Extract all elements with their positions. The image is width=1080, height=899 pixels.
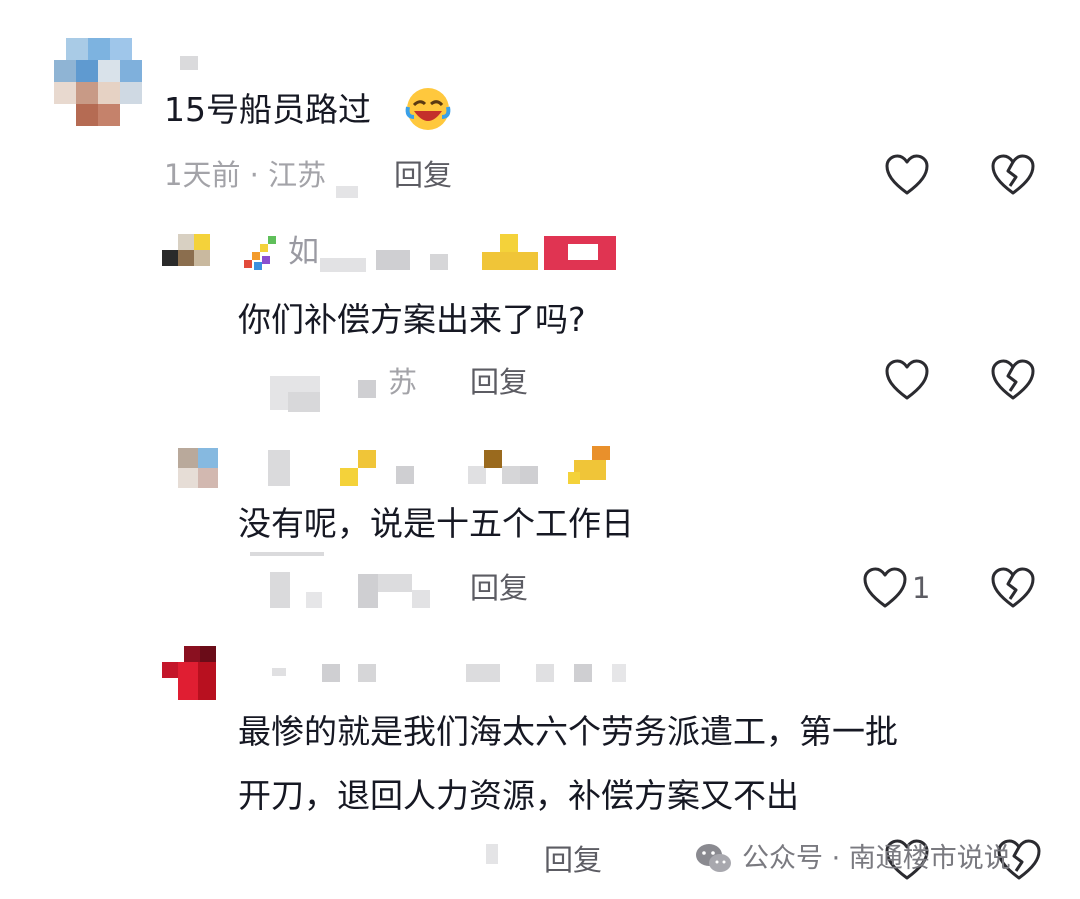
username-blurred xyxy=(340,468,358,486)
username-blurred[interactable] xyxy=(180,56,198,70)
meta-blur xyxy=(486,844,498,864)
reply-button[interactable]: 回复 xyxy=(470,364,528,400)
reply-button[interactable]: 回复 xyxy=(544,842,602,878)
meta-blur xyxy=(358,574,378,608)
username-blurred xyxy=(358,450,376,468)
laughing-emoji-icon xyxy=(405,88,451,130)
comment-text: 你们补偿方案出来了吗? xyxy=(238,300,586,339)
username-blurred xyxy=(322,664,340,682)
rainbow-icon xyxy=(244,236,276,270)
avatar[interactable] xyxy=(52,36,144,128)
comment-text: 没有呢，说是十五个工作日 xyxy=(238,504,634,543)
like-heart-icon[interactable] xyxy=(884,153,930,197)
reply-button[interactable]: 回复 xyxy=(394,157,452,193)
username-blurred xyxy=(396,466,414,484)
username-blurred xyxy=(268,450,290,486)
like-heart-icon[interactable] xyxy=(862,566,908,610)
badge-icon xyxy=(544,236,616,270)
username-blurred xyxy=(484,450,502,468)
avatar[interactable] xyxy=(162,232,216,276)
dislike-broken-heart-icon[interactable] xyxy=(990,566,1036,610)
dislike-broken-heart-icon[interactable] xyxy=(990,153,1036,197)
username-blurred xyxy=(320,258,366,272)
username-blurred xyxy=(272,668,286,676)
username-blurred xyxy=(612,664,626,682)
meta-blur xyxy=(336,186,358,198)
comment-meta: 苏 xyxy=(388,365,418,399)
username-blurred xyxy=(468,466,486,484)
username-blurred xyxy=(430,254,448,270)
comment-text-line-2: 开刀，退回人力资源，补偿方案又不出 xyxy=(238,776,799,815)
meta-blur xyxy=(288,392,320,412)
like-heart-icon[interactable] xyxy=(884,358,930,402)
badge-icon xyxy=(568,446,612,486)
comment-text: 15号船员路过 xyxy=(164,90,371,129)
username-blurred xyxy=(376,250,410,270)
dislike-broken-heart-icon[interactable] xyxy=(990,358,1036,402)
username-blurred xyxy=(520,466,538,484)
meta-blur xyxy=(412,590,430,608)
username-blurred xyxy=(502,466,520,484)
meta-blur xyxy=(378,574,412,592)
meta-blur xyxy=(306,592,322,608)
username-blurred xyxy=(466,664,500,682)
like-count: 1 xyxy=(912,571,931,605)
watermark-text: 公众号 · 南通楼市说说 xyxy=(742,843,1011,874)
wechat-icon xyxy=(696,844,731,872)
avatar[interactable] xyxy=(162,646,216,700)
username-blurred xyxy=(574,664,592,682)
username-fragment[interactable]: 如 xyxy=(288,234,319,270)
comment-meta: 1天前 · 江苏 xyxy=(164,158,327,192)
comment-text-line-1: 最惨的就是我们海太六个劳务派遣工，第一批 xyxy=(238,712,898,751)
meta-blur xyxy=(250,552,324,556)
username-blurred xyxy=(358,664,376,682)
username-blurred xyxy=(536,664,554,682)
badge-icon xyxy=(482,234,542,272)
meta-blur xyxy=(270,572,290,608)
reply-button[interactable]: 回复 xyxy=(470,570,528,606)
avatar[interactable] xyxy=(178,448,218,488)
meta-blur xyxy=(358,380,376,398)
